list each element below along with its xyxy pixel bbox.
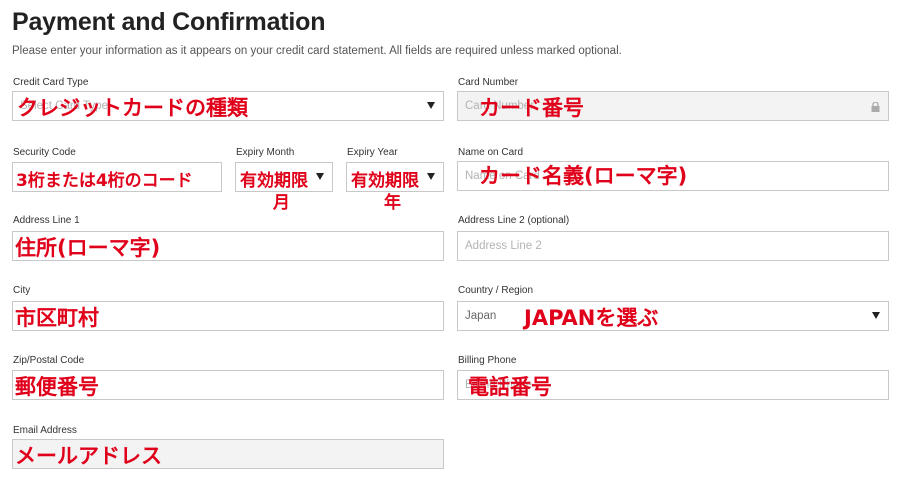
card-number-label: Card Number — [458, 77, 519, 88]
country-value: Japan — [465, 310, 497, 322]
expiry-month-label: Expiry Month — [236, 147, 295, 158]
country-label: Country / Region — [458, 285, 534, 296]
chevron-down-icon — [316, 173, 324, 180]
city-label: City — [13, 285, 31, 296]
lock-icon — [871, 102, 880, 112]
name-on-card-annotation: カード名義(ローマ字) — [479, 164, 688, 188]
chevron-down-icon — [427, 102, 435, 109]
name-on-card-label: Name on Card — [458, 147, 524, 158]
expiry-year-label: Expiry Year — [347, 147, 398, 158]
country-select[interactable]: Japan — [457, 301, 889, 331]
country-annotation: JAPANを選ぶ — [524, 306, 659, 330]
zip-label: Zip/Postal Code — [13, 355, 85, 366]
billing-phone-label: Billing Phone — [458, 355, 517, 366]
zip-annotation: 郵便番号 — [15, 375, 99, 399]
billing-phone-annotation: 電話番号 — [468, 375, 552, 399]
address1-label: Address Line 1 — [13, 215, 80, 226]
city-annotation: 市区町村 — [15, 306, 99, 330]
card-number-annotation: カード番号 — [479, 96, 584, 120]
chevron-down-icon — [427, 173, 435, 180]
page-subtitle: Please enter your information as it appe… — [12, 45, 622, 57]
page-title: Payment and Confirmation — [12, 8, 326, 36]
card-type-label: Credit Card Type — [13, 77, 89, 88]
address2-input[interactable]: Address Line 2 — [457, 231, 889, 261]
address2-placeholder: Address Line 2 — [465, 240, 542, 252]
email-annotation: メールアドレス — [15, 444, 162, 468]
expiry-year-annotation-2: 年 — [384, 193, 401, 213]
security-code-label: Security Code — [13, 147, 76, 158]
address2-label: Address Line 2 (optional) — [458, 215, 570, 226]
chevron-down-icon — [872, 312, 880, 319]
address1-annotation: 住所(ローマ字) — [15, 236, 161, 260]
security-code-annotation: 3桁または4桁のコード — [16, 171, 193, 191]
expiry-month-annotation-2: 月 — [273, 193, 290, 213]
card-type-annotation: クレジットカードの種類 — [17, 96, 248, 120]
email-label: Email Address — [13, 425, 77, 436]
